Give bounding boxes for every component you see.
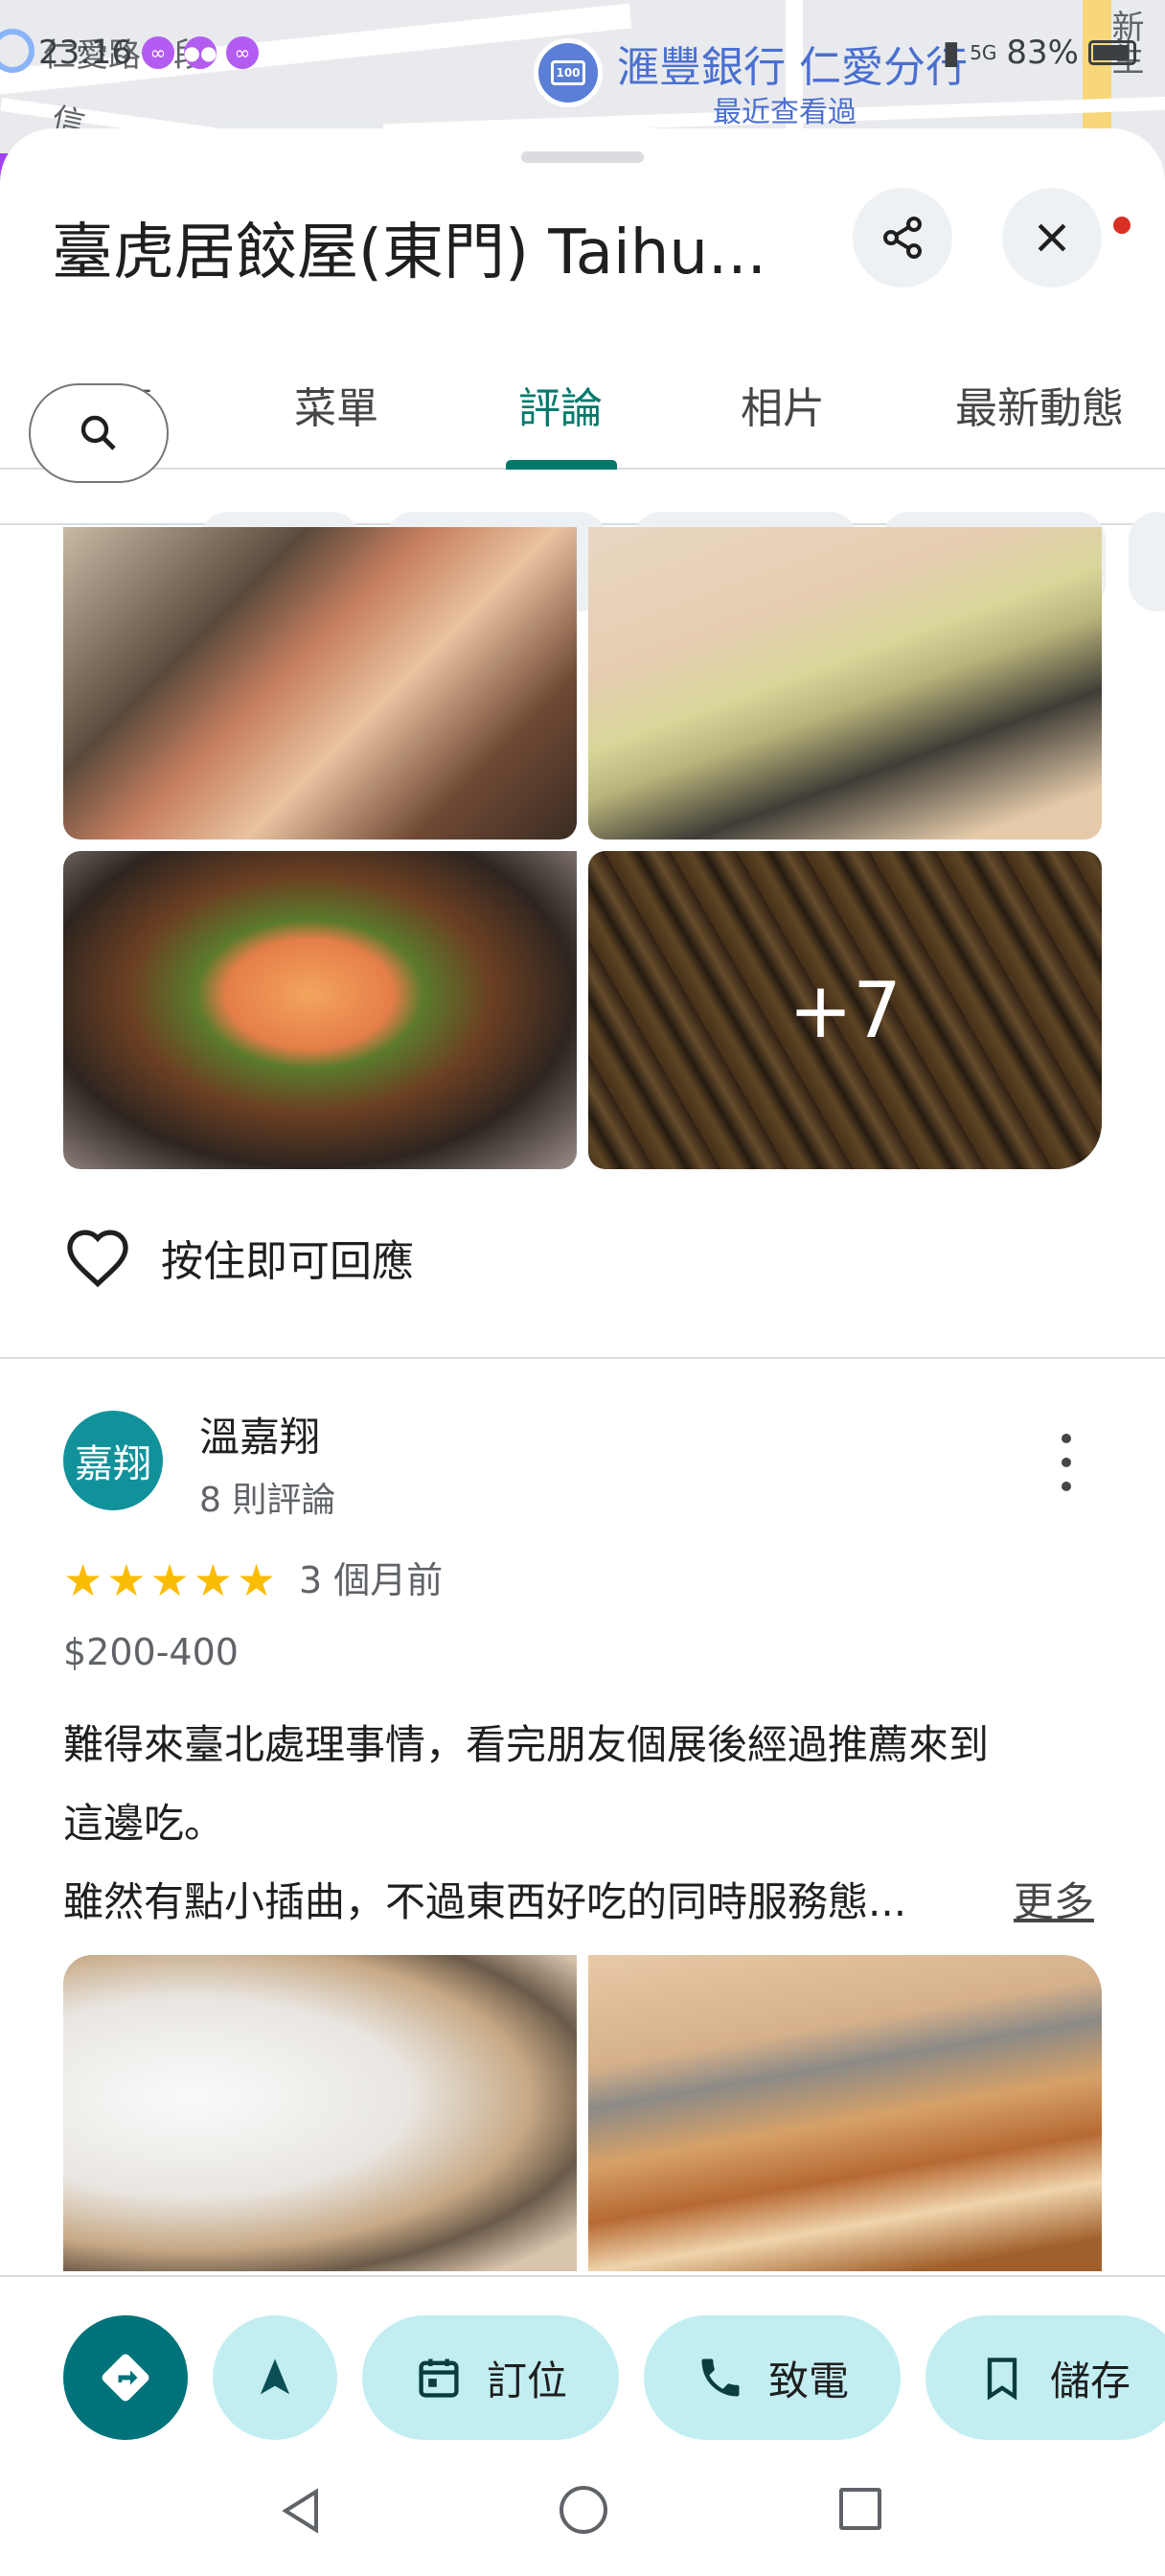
- start-navigation-button[interactable]: [213, 2315, 337, 2440]
- bookmark-icon: [987, 2358, 1017, 2401]
- close-icon: [1038, 223, 1066, 252]
- review-photo[interactable]: [588, 1955, 1102, 2271]
- search-reviews-button[interactable]: [29, 383, 169, 483]
- book-button[interactable]: 訂位: [362, 2315, 619, 2440]
- review-filter-bar: [0, 343, 1165, 525]
- more-photos-count: +7: [788, 965, 902, 1055]
- save-button[interactable]: 儲存: [925, 2315, 1165, 2440]
- silent-icon: ▮: [942, 34, 961, 72]
- notification-icons: ∞ ●● ∞: [141, 36, 259, 69]
- like-label: 按住即可回應: [161, 1237, 414, 1286]
- like-button[interactable]: 按住即可回應: [63, 1229, 414, 1288]
- review-time: 3 個月前: [299, 1559, 444, 1601]
- star-icon: ★: [193, 1554, 233, 1606]
- reviewer-name[interactable]: 溫嘉翔: [199, 1405, 320, 1463]
- star-icon: ★: [106, 1554, 147, 1606]
- review-photo[interactable]: [588, 527, 1102, 840]
- status-time: 23:16: [38, 34, 132, 72]
- heart-icon: [67, 1230, 128, 1288]
- review-text: 難得來臺北處理事情，看完朋友個展後經過推薦來到 這邊吃。: [63, 1706, 1108, 1863]
- call-label: 致電: [767, 2357, 849, 2404]
- phone-icon: [701, 2358, 740, 2397]
- battery-percent: 83%: [1006, 34, 1079, 72]
- map-poi-subtitle: 最近查看過: [713, 96, 857, 129]
- review-photo[interactable]: [63, 527, 577, 840]
- star-icon: ★: [237, 1554, 277, 1606]
- status-right: ▮ 5G 83%: [942, 34, 1136, 72]
- review-price: $200-400: [63, 1631, 239, 1673]
- status-bar: 23:16 ∞ ●● ∞ ▮ 5G 83%: [38, 29, 1136, 77]
- app-notification-icon: ∞: [141, 36, 174, 69]
- save-label: 儲存: [1049, 2357, 1131, 2404]
- review-photo[interactable]: [63, 851, 577, 1169]
- review-text-line: 難得來臺北處理事情，看完朋友個展後經過推薦來到: [63, 1721, 990, 1768]
- directions-button[interactable]: [63, 2315, 188, 2440]
- search-icon: [80, 415, 116, 450]
- network-type: 5G: [970, 41, 997, 64]
- read-more-link[interactable]: 更多: [1014, 1863, 1094, 1942]
- recent-apps-icon[interactable]: [839, 2488, 881, 2530]
- review-text-line: 雖然有點小插曲，不過東西好吃的同時服務態...: [63, 1878, 907, 1925]
- home-icon[interactable]: [560, 2486, 607, 2534]
- sheet-drag-handle[interactable]: [521, 151, 644, 163]
- app-notification-icon: ●●: [184, 36, 217, 69]
- updates-badge: [1113, 217, 1131, 234]
- system-navigation-bar: [0, 2448, 1165, 2576]
- close-button[interactable]: [1002, 188, 1102, 288]
- star-icon: ★: [149, 1554, 190, 1606]
- place-title: 臺虎居餃屋(東門) Taihu...: [52, 218, 766, 288]
- more-options-icon[interactable]: [1052, 1434, 1081, 1491]
- battery-icon: [1088, 40, 1136, 65]
- chip-next[interactable]: [1129, 512, 1165, 611]
- book-label: 訂位: [486, 2357, 567, 2404]
- star-icon: ★: [63, 1554, 103, 1606]
- navigation-arrow-icon: [260, 2358, 290, 2395]
- directions-icon: [102, 2354, 149, 2402]
- review-text-line: 這邊吃。: [63, 1800, 225, 1847]
- action-bar: 訂位 致電 儲存: [0, 2275, 1165, 2448]
- share-icon: [883, 217, 922, 259]
- star-rating: ★ ★ ★ ★ ★: [63, 1556, 276, 1604]
- reviewer-review-count: 8 則評論: [199, 1481, 336, 1520]
- review-photo[interactable]: [63, 1955, 577, 2271]
- avatar[interactable]: 嘉翔: [63, 1411, 163, 1510]
- share-button[interactable]: [853, 188, 952, 288]
- call-button[interactable]: 致電: [644, 2315, 901, 2440]
- app-notification-icon: ∞: [225, 36, 259, 69]
- back-icon[interactable]: [278, 2486, 324, 2536]
- review-photo-more[interactable]: +7: [588, 851, 1102, 1169]
- review-divider: [0, 1357, 1165, 1359]
- calendar-icon: [419, 2358, 459, 2398]
